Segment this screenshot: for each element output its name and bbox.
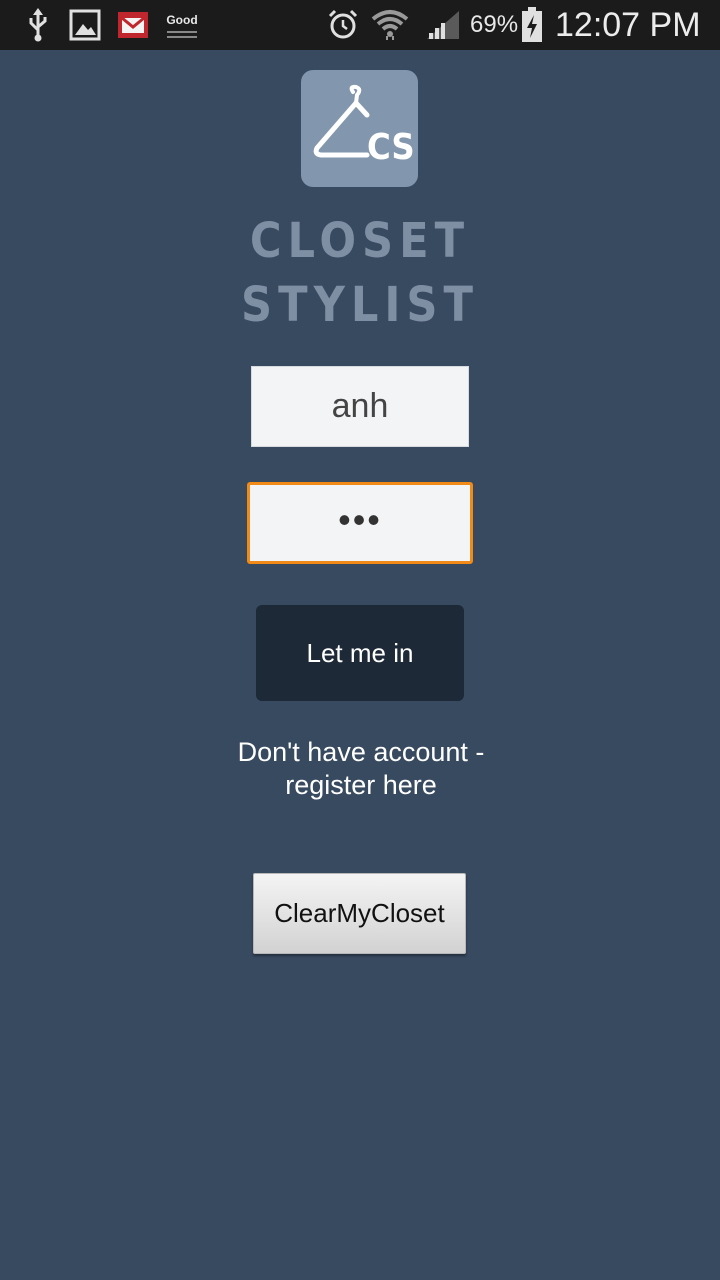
register-link[interactable]: Don't have account - register here: [230, 736, 492, 802]
let-me-in-button[interactable]: Let me in: [256, 605, 464, 701]
wifi-icon: [370, 0, 410, 50]
password-input[interactable]: •••: [247, 482, 473, 564]
clear-my-closet-button[interactable]: ClearMyCloset: [253, 873, 466, 954]
logo-text: CS: [367, 127, 415, 168]
gmail-icon: [117, 0, 149, 50]
signal-icon: [424, 0, 462, 50]
good-icon: Good: [162, 0, 202, 50]
battery-icon: [519, 0, 545, 50]
battery-percentage: 69%: [470, 11, 519, 38]
brand-title-line1: CLOSET: [249, 213, 471, 269]
usb-icon: [22, 0, 54, 50]
hanger-icon: CS: [313, 84, 415, 168]
brand-title-line2: STYLIST: [241, 277, 479, 333]
app-logo: CS: [301, 70, 418, 187]
clock: 12:07 PM: [555, 6, 701, 44]
username-input[interactable]: anh: [251, 366, 469, 447]
alarm-icon: [326, 0, 360, 50]
status-bar: Good 69% 12:07 PM: [0, 0, 720, 50]
gallery-icon: [68, 0, 102, 50]
